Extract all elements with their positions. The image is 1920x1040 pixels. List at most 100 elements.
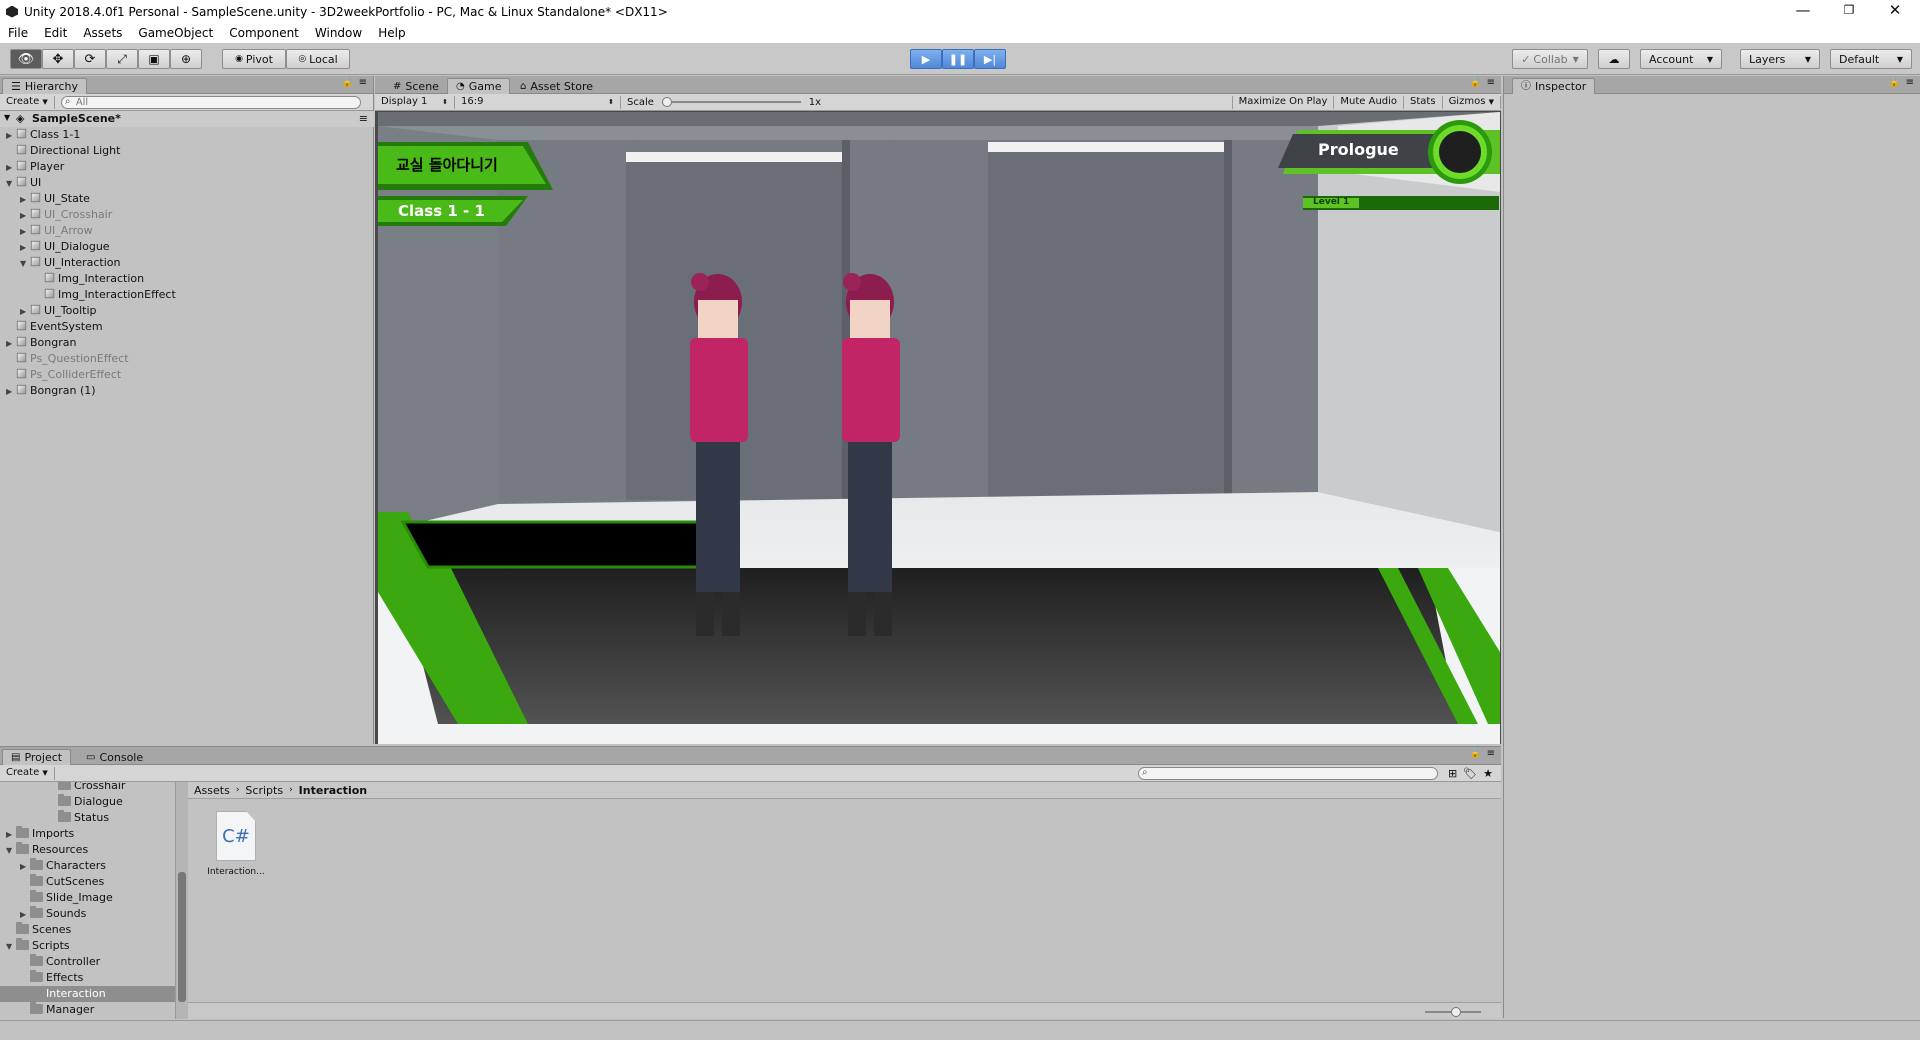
account-dropdown[interactable]: Account ▼	[1640, 49, 1722, 69]
expand-down-icon[interactable]: ▼	[6, 843, 16, 859]
scrollbar-thumb[interactable]	[178, 872, 186, 1002]
gizmos-dropdown[interactable]: Gizmos ▼	[1443, 95, 1501, 109]
hierarchy-item[interactable]: Ps_ColliderEffect	[0, 367, 121, 383]
tree-scrollbar[interactable]	[176, 782, 188, 1019]
project-search-input[interactable]	[1137, 766, 1438, 780]
project-folder-item[interactable]: Status	[0, 810, 175, 826]
hierarchy-item[interactable]: ▼ UI_Interaction	[0, 255, 120, 271]
lock-icon[interactable]: 🔒	[1889, 78, 1900, 88]
expand-down-icon[interactable]: ▼	[6, 939, 16, 955]
pivot-toggle[interactable]: ◉ Pivot	[222, 49, 286, 69]
project-folder-item[interactable]: Manager	[0, 1002, 175, 1018]
lock-icon[interactable]: 🔒	[342, 78, 353, 88]
project-folder-item[interactable]: ▼ Scripts	[0, 938, 175, 955]
tab-console[interactable]: ▭ Console	[78, 749, 151, 765]
project-folder-item[interactable]: ▶ Sounds	[0, 906, 175, 923]
tab-inspector[interactable]: ⓘ Inspector	[1512, 78, 1596, 94]
hierarchy-item[interactable]: ▼ UI	[0, 175, 41, 191]
hierarchy-item[interactable]: Img_Interaction	[0, 271, 144, 287]
panel-menu-icon[interactable]: ≡	[1487, 748, 1495, 759]
expand-right-icon[interactable]: ▶	[20, 192, 30, 208]
scale-slider[interactable]	[661, 97, 801, 107]
layout-dropdown[interactable]: Default ▼	[1830, 49, 1912, 69]
rotate-tool-button[interactable]: ⟳	[74, 49, 106, 69]
asset-item[interactable]: C# Interaction...	[200, 811, 270, 891]
expand-right-icon[interactable]: ▶	[6, 160, 16, 176]
hierarchy-item[interactable]: ▶ UI_Crosshair	[0, 207, 112, 223]
breadcrumb-scripts[interactable]: Scripts	[245, 784, 283, 797]
hierarchy-item[interactable]: ▶ Player	[0, 159, 64, 175]
hierarchy-item[interactable]: EventSystem	[0, 319, 103, 335]
menu-file[interactable]: File	[8, 26, 28, 40]
rect-tool-button[interactable]: ▣	[138, 49, 170, 69]
pause-button[interactable]: ❚❚	[942, 49, 974, 69]
cloud-button[interactable]: ☁	[1598, 49, 1630, 69]
project-folder-item[interactable]: ▼ Resources	[0, 842, 175, 859]
lock-icon[interactable]: 🔒	[1470, 749, 1481, 759]
slider-thumb[interactable]	[1451, 1007, 1461, 1017]
menu-gameobject[interactable]: GameObject	[138, 26, 213, 40]
hierarchy-item[interactable]: ▶ UI_Tooltip	[0, 303, 97, 319]
hierarchy-item[interactable]: ▶ UI_Arrow	[0, 223, 93, 239]
expand-right-icon[interactable]: ▶	[20, 240, 30, 256]
menu-assets[interactable]: Assets	[83, 26, 122, 40]
hierarchy-create-button[interactable]: Create ▼	[0, 95, 55, 109]
menu-component[interactable]: Component	[229, 26, 299, 40]
expand-right-icon[interactable]: ▶	[20, 859, 30, 875]
project-folder-item[interactable]: Crosshair	[0, 782, 175, 794]
mute-audio-toggle[interactable]: Mute Audio	[1334, 95, 1405, 109]
maximize-on-play-toggle[interactable]: Maximize On Play	[1231, 95, 1335, 109]
tab-scene[interactable]: # Scene	[385, 78, 447, 94]
expand-down-icon[interactable]: ▼	[6, 176, 16, 192]
local-toggle[interactable]: ◎ Local	[286, 49, 350, 69]
lock-icon[interactable]: 🔒	[1470, 78, 1481, 88]
scale-tool-button[interactable]: ⤢	[106, 49, 138, 69]
game-viewport[interactable]: 교실 돌아다니기 Class 1 - 1 Prologue Level 1	[378, 112, 1500, 744]
tab-project[interactable]: ▤ Project	[2, 749, 72, 765]
move-tool-button[interactable]: ✥	[42, 49, 74, 69]
project-folder-item[interactable]: Effects	[0, 970, 175, 986]
expand-right-icon[interactable]: ▶	[20, 907, 30, 923]
hierarchy-search-input[interactable]: All	[60, 95, 361, 109]
tab-asset-store[interactable]: ⌂ Asset Store	[512, 78, 601, 94]
menu-help[interactable]: Help	[378, 26, 405, 40]
project-folder-item[interactable]: Slide_Image	[0, 890, 175, 906]
stats-toggle[interactable]: Stats	[1404, 95, 1443, 109]
favorite-star-icon[interactable]: ★	[1483, 767, 1493, 780]
hierarchy-item[interactable]: ▶ Bongran	[0, 335, 76, 351]
tab-hierarchy[interactable]: ☰ Hierarchy	[2, 78, 88, 94]
hierarchy-item[interactable]: ▶ UI_Dialogue	[0, 239, 110, 255]
project-folder-item[interactable]: Interaction	[0, 986, 175, 1002]
tab-game[interactable]: ◔ Game	[447, 78, 511, 94]
expand-right-icon[interactable]: ▶	[20, 224, 30, 240]
breadcrumb-interaction[interactable]: Interaction	[299, 784, 367, 797]
menu-window[interactable]: Window	[315, 26, 362, 40]
collab-dropdown[interactable]: ✓ Collab ▼	[1512, 49, 1588, 69]
project-folder-item[interactable]: CutScenes	[0, 874, 175, 890]
play-button[interactable]: ▶	[910, 49, 942, 69]
breadcrumb-assets[interactable]: Assets	[194, 784, 230, 797]
filter-label-icon[interactable]: 🏷	[1463, 767, 1477, 780]
hierarchy-item[interactable]: ▶ Class 1-1	[0, 127, 80, 143]
project-folder-item[interactable]: ▶ Imports	[0, 826, 175, 842]
scene-menu-icon[interactable]: ≡	[359, 112, 368, 125]
aspect-dropdown[interactable]: 16:9 ⬍	[455, 95, 621, 109]
step-button[interactable]: ▶|	[974, 49, 1006, 69]
layers-dropdown[interactable]: Layers ▼	[1740, 49, 1820, 69]
hierarchy-item[interactable]: ▶ Bongran (1)	[0, 383, 96, 399]
scene-row[interactable]: ▼ ◈ SampleScene* ≡	[0, 111, 374, 127]
expand-right-icon[interactable]: ▶	[20, 208, 30, 224]
filter-type-icon[interactable]: ⊞	[1448, 767, 1457, 780]
project-folder-item[interactable]: Controller	[0, 954, 175, 970]
panel-menu-icon[interactable]: ≡	[359, 77, 367, 88]
hierarchy-item[interactable]: ▶ UI_State	[0, 191, 90, 207]
expand-down-icon[interactable]: ▼	[20, 256, 30, 272]
project-create-button[interactable]: Create ▼	[0, 766, 55, 780]
project-folder-item[interactable]: Dialogue	[0, 794, 175, 810]
hierarchy-item[interactable]: Directional Light	[0, 143, 120, 159]
hierarchy-item[interactable]: Ps_QuestionEffect	[0, 351, 129, 367]
project-folder-item[interactable]: ▶ Characters	[0, 858, 175, 875]
expand-right-icon[interactable]: ▶	[20, 304, 30, 320]
display-dropdown[interactable]: Display 1 ⬍	[375, 95, 455, 109]
minimize-button[interactable]: —	[1780, 0, 1826, 23]
